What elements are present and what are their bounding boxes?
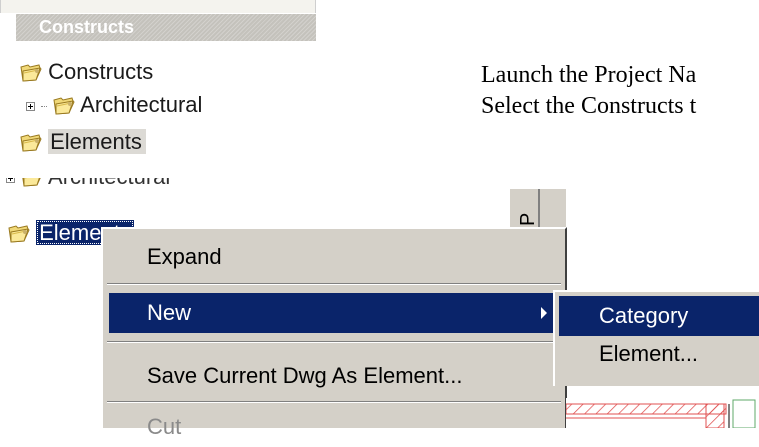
- submenu-arrow-icon: [541, 307, 547, 319]
- side-tab-label: P: [517, 212, 539, 226]
- menu-item-expand[interactable]: Expand: [109, 237, 559, 277]
- panel-top-strip: [0, 0, 316, 13]
- drawing-canvas-fragment: [566, 398, 759, 428]
- submenu-item-element[interactable]: Element...: [559, 334, 759, 374]
- context-menu: Expand New Save Current Dwg As Element..…: [101, 227, 567, 439]
- expand-plus-icon: [6, 178, 15, 183]
- menu-separator: [107, 341, 561, 343]
- menu-item-new[interactable]: New: [109, 293, 559, 333]
- menu-separator: [107, 401, 561, 403]
- hatched-wall: [566, 403, 727, 415]
- doc-text-line-1: Launch the Project Na: [481, 62, 697, 88]
- constructs-panel-header: Constructs: [16, 14, 316, 41]
- folder-icon: [8, 223, 30, 243]
- expand-plus-icon[interactable]: [26, 102, 35, 111]
- menu-item-cut: Cut: [147, 414, 182, 439]
- folder-icon: [20, 132, 42, 152]
- tree-item-label: Architectural: [48, 178, 170, 189]
- tree-item-label: Constructs: [48, 59, 154, 84]
- tree-item-label-selected: Elements: [48, 129, 146, 154]
- project-tree-panel: Constructs Constructs Architectural Elem…: [0, 0, 316, 168]
- doc-text-line-2: Select the Constructs t: [481, 93, 697, 119]
- green-outline: [732, 399, 756, 428]
- menu-item-label: New: [147, 300, 192, 325]
- tree-item-label: Architectural: [80, 92, 203, 117]
- submenu-item-category[interactable]: Category: [559, 296, 759, 336]
- folder-icon: [53, 95, 75, 115]
- tree-connector: [41, 106, 48, 107]
- tree-item-elements[interactable]: Elements: [20, 128, 146, 156]
- folder-icon: [21, 178, 43, 187]
- folder-icon: [20, 62, 42, 82]
- hatched-wall-corner: [705, 403, 725, 428]
- tree-item-constructs[interactable]: Constructs: [20, 58, 153, 86]
- tree-item-architectural[interactable]: Architectural: [26, 91, 202, 119]
- menu-separator: [107, 283, 561, 285]
- tree-item-architectural-partial: Architectural: [6, 178, 170, 202]
- menu-item-save-current-dwg[interactable]: Save Current Dwg As Element...: [109, 356, 559, 396]
- new-submenu: Category Element...: [553, 290, 759, 386]
